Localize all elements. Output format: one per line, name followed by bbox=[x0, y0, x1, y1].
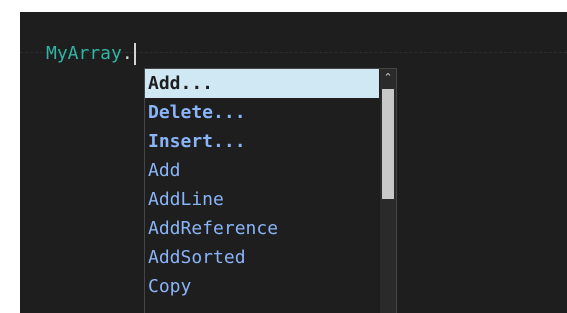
completion-item[interactable]: AddSorted bbox=[145, 243, 379, 272]
code-line[interactable]: MyArray. bbox=[46, 41, 136, 67]
completion-items: Add... Delete... Insert... Add AddLine A… bbox=[145, 69, 379, 301]
scrollbar[interactable]: ⌃ bbox=[380, 69, 396, 313]
completion-item[interactable]: AddReference bbox=[145, 214, 379, 243]
completion-item[interactable]: Insert... bbox=[145, 127, 379, 156]
code-editor[interactable]: MyArray. Add... Delete... Insert... Add … bbox=[20, 12, 567, 313]
member-access-dot: . bbox=[121, 43, 133, 64]
text-caret bbox=[133, 43, 136, 65]
completion-item[interactable]: Delete... bbox=[145, 98, 379, 127]
completion-item[interactable]: Add... bbox=[145, 69, 379, 98]
completion-list[interactable]: Add... Delete... Insert... Add AddLine A… bbox=[144, 68, 397, 313]
identifier: MyArray bbox=[46, 43, 122, 64]
scrollbar-thumb[interactable] bbox=[382, 89, 394, 199]
completion-item[interactable]: AddLine bbox=[145, 185, 379, 214]
completion-item[interactable]: Add bbox=[145, 156, 379, 185]
chevron-up-icon[interactable]: ⌃ bbox=[380, 71, 396, 85]
completion-item[interactable]: Copy bbox=[145, 272, 379, 301]
